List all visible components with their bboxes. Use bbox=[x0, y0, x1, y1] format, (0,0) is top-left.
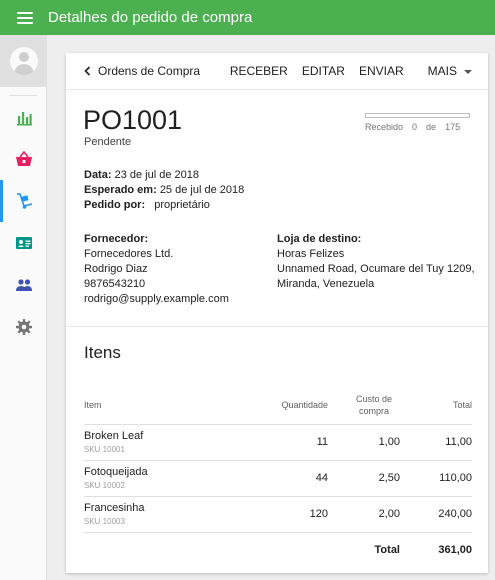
people-icon bbox=[15, 279, 32, 291]
received-summary: Recebido 0 de 175 bbox=[365, 122, 460, 132]
back-link[interactable]: Ordens de Compra bbox=[83, 64, 200, 78]
received-label: Recebido bbox=[365, 122, 404, 132]
total-label: Total bbox=[374, 544, 400, 557]
back-link-label: Ordens de Compra bbox=[98, 64, 201, 78]
edit-button[interactable]: EDITAR bbox=[302, 64, 345, 78]
item-total: 110,00 bbox=[400, 460, 472, 497]
contact-card-icon bbox=[15, 237, 32, 249]
order-date-value: 23 de jul de 2018 bbox=[114, 169, 199, 181]
item-sku: SKU 10003 bbox=[84, 517, 125, 526]
item-name: Fotoqueijada bbox=[84, 466, 148, 478]
card-toolbar: Ordens de Compra RECEBER EDITAR ENVIAR M… bbox=[66, 53, 488, 90]
items-table-header: Item Quantidade Custo de compra Total bbox=[84, 386, 472, 425]
bar-chart-icon bbox=[16, 112, 32, 126]
item-name: Broken Leaf bbox=[84, 430, 144, 442]
item-qty: 44 bbox=[254, 460, 328, 497]
received-count: 0 bbox=[412, 122, 418, 132]
gear-icon bbox=[15, 319, 32, 335]
item-qty: 11 bbox=[254, 424, 328, 461]
app-bar: Detalhes do pedido de compra bbox=[0, 0, 495, 35]
basket-icon bbox=[15, 150, 32, 166]
received-of: de bbox=[426, 122, 437, 132]
item-qty: 120 bbox=[254, 496, 328, 533]
supplier-email: rodrigo@supply.example.com bbox=[84, 293, 229, 305]
destination-address-line1: Unnamed Road, Ocumare del Tuy 1209, bbox=[277, 263, 475, 275]
sidebar-item-reports[interactable] bbox=[0, 96, 47, 138]
expected-date-label: Esperado em: bbox=[84, 184, 157, 196]
col-header-item: Item bbox=[84, 386, 254, 425]
section-divider bbox=[66, 326, 488, 327]
po-status: Pendente bbox=[84, 136, 132, 148]
total-value: 361,00 bbox=[438, 544, 472, 557]
item-cost: 2,50 bbox=[328, 460, 400, 497]
expected-date-value: 25 de jul de 2018 bbox=[159, 184, 245, 196]
avatar[interactable] bbox=[9, 47, 38, 75]
item-cost: 1,00 bbox=[328, 424, 400, 461]
table-row[interactable]: Fotoqueijada SKU 10002 44 2,50 110,00 bbox=[84, 460, 472, 497]
item-sku: SKU 10001 bbox=[84, 445, 125, 454]
avatar-area[interactable] bbox=[0, 35, 47, 87]
col-header-cost: Custo de compra bbox=[328, 386, 400, 425]
supplier-contact: Rodrigo Diaz bbox=[84, 263, 148, 275]
item-cost: 2,00 bbox=[328, 496, 400, 533]
caret-down-icon bbox=[464, 69, 472, 74]
destination-address-line2: Miranda, Venezuela bbox=[277, 278, 375, 290]
item-total: 11,00 bbox=[400, 424, 472, 461]
item-total: 240,00 bbox=[400, 496, 472, 533]
receive-button[interactable]: RECEBER bbox=[230, 64, 288, 78]
action-buttons: RECEBER EDITAR ENVIAR MAIS bbox=[216, 64, 472, 78]
sidebar-item-purchases[interactable] bbox=[0, 180, 47, 222]
destination-name: Horas Felizes bbox=[277, 248, 345, 260]
dolly-icon bbox=[16, 193, 32, 209]
po-number: PO1001 bbox=[83, 105, 183, 135]
items-table: Item Quantidade Custo de compra Total Bro… bbox=[84, 386, 472, 568]
sidebar-item-users[interactable] bbox=[0, 264, 47, 306]
order-date-label: Data: bbox=[84, 169, 112, 181]
more-menu-label: MAIS bbox=[427, 64, 457, 78]
destination-label: Loja de destino: bbox=[277, 233, 362, 245]
col-header-cost-line2: compra bbox=[358, 405, 389, 416]
purchase-order-card: Ordens de Compra RECEBER EDITAR ENVIAR M… bbox=[66, 53, 488, 573]
supplier-block: Fornecedor: Fornecedores Ltd. Rodrigo Di… bbox=[84, 232, 229, 307]
ordered-by-label: Pedido por: bbox=[84, 199, 146, 211]
send-button[interactable]: ENVIAR bbox=[359, 64, 404, 78]
order-date: Data: 23 de jul de 2018 bbox=[84, 168, 244, 183]
col-header-cost-line1: Custo de bbox=[355, 393, 393, 404]
received-total: 175 bbox=[445, 122, 461, 132]
sidebar-item-sales[interactable] bbox=[0, 138, 47, 180]
item-name: Francesinha bbox=[84, 502, 145, 514]
ordered-by: Pedido por: proprietário bbox=[84, 198, 244, 213]
items-section-title: Itens bbox=[84, 343, 121, 362]
table-row[interactable]: Broken Leaf SKU 10001 11 1,00 11,00 bbox=[84, 424, 472, 461]
menu-icon[interactable] bbox=[17, 11, 33, 24]
col-header-qty: Quantidade bbox=[254, 386, 328, 425]
item-sku: SKU 10002 bbox=[84, 481, 125, 490]
expected-date: Esperado em: 25 de jul de 2018 bbox=[84, 183, 244, 198]
ordered-by-value: proprietário bbox=[154, 199, 210, 211]
chevron-left-icon bbox=[84, 66, 91, 76]
col-header-total: Total bbox=[400, 386, 472, 425]
supplier-name: Fornecedores Ltd. bbox=[84, 248, 174, 260]
supplier-label: Fornecedor: bbox=[84, 233, 149, 245]
supplier-phone: 9876543210 bbox=[84, 278, 146, 290]
table-row[interactable]: Francesinha SKU 10003 120 2,00 240,00 bbox=[84, 496, 472, 533]
destination-block: Loja de destino: Horas Felizes Unnamed R… bbox=[277, 232, 475, 292]
sidebar-item-settings[interactable] bbox=[0, 306, 47, 348]
sidebar bbox=[0, 35, 47, 580]
total-row: Total 361,00 bbox=[84, 532, 472, 568]
received-progress-bar bbox=[365, 113, 470, 118]
page-title: Detalhes do pedido de compra bbox=[48, 9, 253, 26]
more-menu-button[interactable]: MAIS bbox=[428, 64, 472, 78]
order-details: Data: 23 de jul de 2018 Esperado em: 25 … bbox=[84, 168, 244, 213]
sidebar-item-contacts[interactable] bbox=[0, 222, 47, 264]
